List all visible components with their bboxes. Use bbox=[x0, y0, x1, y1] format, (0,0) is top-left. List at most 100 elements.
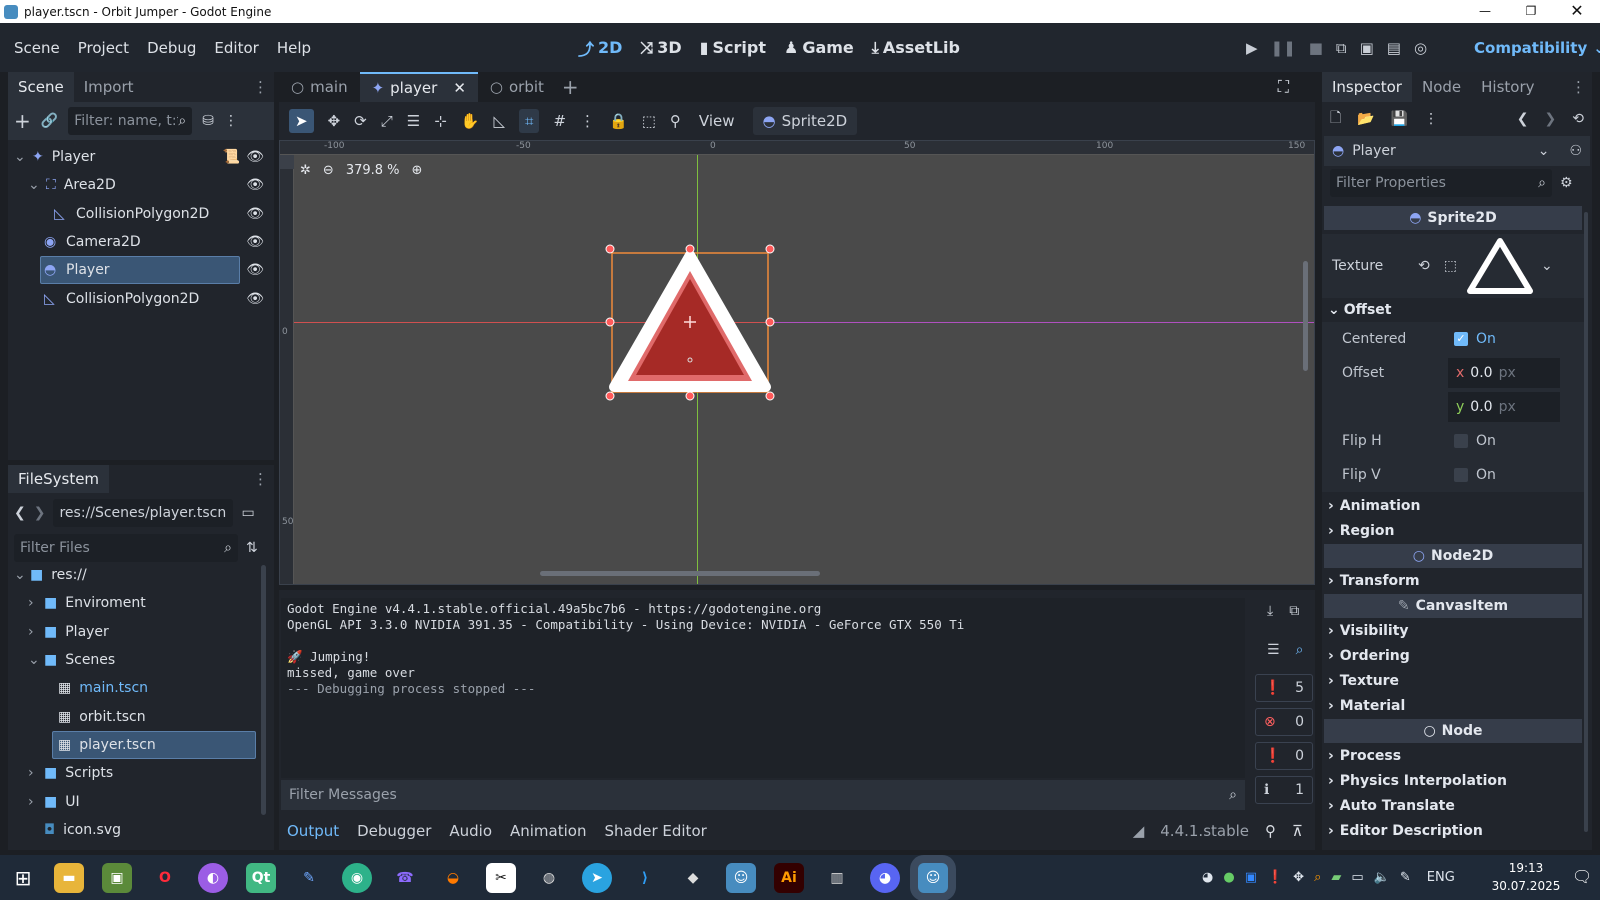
group-icon[interactable]: ⬚ bbox=[642, 112, 656, 130]
workspace-script[interactable]: ▮ Script bbox=[700, 38, 766, 57]
offset-y-field[interactable]: y 0.0 px bbox=[1448, 392, 1560, 422]
unity-icon[interactable]: ◆ bbox=[678, 863, 708, 893]
file-item-icon-svg[interactable]: ◘ icon.svg bbox=[8, 816, 268, 844]
workspace-2d[interactable]: ⤴ 2D bbox=[578, 36, 622, 60]
notifications-icon[interactable]: 🗨 bbox=[1572, 867, 1592, 886]
tab-debugger[interactable]: Debugger bbox=[357, 822, 431, 840]
file-item-orbit-scene[interactable]: ▦ orbit.tscn bbox=[8, 703, 268, 731]
center-view-icon[interactable]: ✲ bbox=[300, 163, 311, 178]
handle-bottom-left[interactable] bbox=[605, 391, 615, 401]
scale-tool-icon[interactable]: ⤢ bbox=[381, 112, 393, 130]
file-scrollbar[interactable] bbox=[261, 565, 266, 815]
tab-animation[interactable]: Animation bbox=[510, 822, 586, 840]
bone-icon[interactable]: ⚲ bbox=[670, 112, 681, 130]
stop-icon[interactable]: ■ bbox=[1309, 39, 1323, 57]
tree-node-collision-polygon-2[interactable]: ◺ CollisionPolygon2D 👁 bbox=[8, 285, 274, 313]
tray-alert-icon[interactable]: ❗ bbox=[1267, 870, 1283, 885]
handle-right[interactable] bbox=[765, 317, 775, 327]
workspace-3d[interactable]: ⤨ 3D bbox=[640, 38, 681, 58]
tree-node-camera2d[interactable]: ◉ Camera2D 👁 bbox=[8, 228, 274, 256]
zoom-out-icon[interactable]: ⊖ bbox=[323, 163, 334, 178]
workspace-game[interactable]: ♟ Game bbox=[784, 38, 854, 57]
menu-debug[interactable]: Debug bbox=[147, 39, 196, 57]
remote-debug-icon[interactable]: ⧉ bbox=[1336, 39, 1347, 57]
flip-v-checkbox[interactable] bbox=[1454, 468, 1468, 482]
tab-import[interactable]: Import bbox=[74, 78, 144, 96]
visibility-eye-icon[interactable]: 👁 bbox=[246, 234, 264, 250]
network-icon[interactable]: ▭ bbox=[1351, 870, 1363, 885]
search-icon[interactable]: ⌕ bbox=[1296, 642, 1304, 658]
rotate-tool-icon[interactable]: ⟳ bbox=[354, 112, 367, 130]
discord-icon[interactable]: ◕ bbox=[870, 862, 900, 893]
warning-count[interactable]: ❗ 0 bbox=[1255, 742, 1313, 770]
tree-node-player-root[interactable]: ⌄ ✦ Player 📜 👁 bbox=[8, 143, 274, 171]
twitch-icon[interactable]: ▥ bbox=[822, 863, 852, 893]
menu-scene[interactable]: Scene bbox=[14, 39, 60, 57]
new-resource-icon[interactable]: 🗋 bbox=[1330, 107, 1341, 131]
snap-options-icon[interactable]: ⋮ bbox=[580, 112, 595, 130]
visibility-eye-icon[interactable]: 👁 bbox=[246, 149, 264, 165]
instance-scene-icon[interactable]: ⛁ bbox=[202, 113, 214, 129]
inspector-scrollbar[interactable] bbox=[1584, 212, 1588, 832]
file-item-scenes[interactable]: ⌄ ■ Scenes bbox=[8, 646, 268, 674]
dock-menu-icon[interactable]: ⋮ bbox=[1571, 78, 1592, 96]
view-menu[interactable]: View bbox=[695, 112, 739, 130]
tab-filesystem[interactable]: FileSystem bbox=[8, 465, 110, 493]
lock-icon[interactable]: 🔒 bbox=[609, 112, 628, 130]
telegram-icon[interactable]: ➤ bbox=[582, 862, 612, 893]
expand-panel-icon[interactable]: ⊼ bbox=[1292, 822, 1303, 840]
filter-messages-input[interactable]: Filter Messages bbox=[289, 787, 397, 803]
section-material[interactable]: › Material bbox=[1322, 694, 1584, 718]
list-select-icon[interactable]: ☰ bbox=[407, 112, 420, 130]
history-back-icon[interactable]: ❮ bbox=[1517, 111, 1529, 127]
tray-app-icon[interactable]: ▣ bbox=[1245, 870, 1257, 885]
minimize-icon[interactable]: — bbox=[1462, 0, 1508, 23]
open-resource-icon[interactable]: 📂 bbox=[1357, 111, 1374, 127]
dock-menu-icon[interactable]: ⋮ bbox=[253, 78, 274, 96]
volume-icon[interactable]: 🔈 bbox=[1374, 870, 1390, 885]
section-animation[interactable]: › Animation bbox=[1322, 494, 1584, 518]
tab-output[interactable]: Output bbox=[287, 822, 339, 840]
collapse-icon[interactable]: ☰ bbox=[1267, 642, 1280, 658]
pin-icon[interactable]: ⚲ bbox=[1265, 822, 1276, 840]
split-view-icon[interactable]: ▭ bbox=[241, 505, 254, 521]
forward-icon[interactable]: ❯ bbox=[34, 505, 46, 521]
file-explorer-icon[interactable]: ▬ bbox=[54, 862, 84, 893]
godot-active-icon[interactable]: ☺ bbox=[918, 862, 948, 893]
language-indicator[interactable]: ENG bbox=[1427, 870, 1455, 885]
property-options-icon[interactable]: ⚙ bbox=[1560, 175, 1573, 191]
viewport-vscrollbar[interactable] bbox=[1303, 261, 1308, 371]
minecraft-icon[interactable]: ▣ bbox=[102, 862, 132, 893]
qt-icon[interactable]: Qt bbox=[246, 862, 276, 893]
handle-top-left[interactable] bbox=[605, 244, 615, 254]
scene-tab-orbit[interactable]: ○ orbit bbox=[478, 78, 556, 96]
close-window-icon[interactable]: ✕ bbox=[1554, 0, 1600, 23]
file-item-main-scene[interactable]: ▦ main.tscn bbox=[8, 674, 268, 702]
tray-nvidia-icon[interactable]: ● bbox=[1223, 870, 1234, 885]
grid-snap-icon[interactable]: # bbox=[553, 112, 566, 130]
visibility-eye-icon[interactable]: 👁 bbox=[246, 262, 264, 278]
pivot-tool-icon[interactable]: ⊹ bbox=[434, 112, 447, 130]
sort-icon[interactable]: ⇅ bbox=[246, 540, 258, 556]
section-offset[interactable]: ⌄ Offset bbox=[1322, 298, 1584, 322]
filter-properties-input[interactable]: Filter Properties bbox=[1336, 175, 1446, 191]
chevron-down-icon[interactable]: ⌄ bbox=[1541, 258, 1553, 274]
restore-icon[interactable]: ❐ bbox=[1508, 0, 1554, 23]
menu-project[interactable]: Project bbox=[78, 39, 129, 57]
tab-shader-editor[interactable]: Shader Editor bbox=[604, 822, 706, 840]
file-item-scripts[interactable]: › ■ Scripts bbox=[8, 759, 268, 787]
select-tool-icon[interactable]: ➤ bbox=[289, 109, 314, 133]
start-icon[interactable]: ⊞ bbox=[0, 866, 46, 890]
centered-checkbox[interactable]: ✓ bbox=[1454, 332, 1468, 346]
texture-edit-icon[interactable]: ⬚ bbox=[1444, 258, 1457, 274]
clear-log-icon[interactable]: ⤓ bbox=[1267, 603, 1273, 619]
handle-top[interactable] bbox=[685, 244, 695, 254]
move-tool-icon[interactable]: ✥ bbox=[328, 112, 341, 130]
smart-snap-icon[interactable]: ⌗ bbox=[519, 109, 540, 133]
renderer-select[interactable]: Compatibility ⌄ bbox=[1474, 23, 1600, 72]
back-icon[interactable]: ❮ bbox=[14, 505, 26, 521]
save-resource-icon[interactable]: 💾 bbox=[1391, 111, 1408, 127]
node-info-icon[interactable]: ⚇ bbox=[1569, 143, 1582, 159]
pan-tool-icon[interactable]: ✋ bbox=[461, 112, 480, 130]
file-item-ui[interactable]: › ■ UI bbox=[8, 788, 268, 816]
